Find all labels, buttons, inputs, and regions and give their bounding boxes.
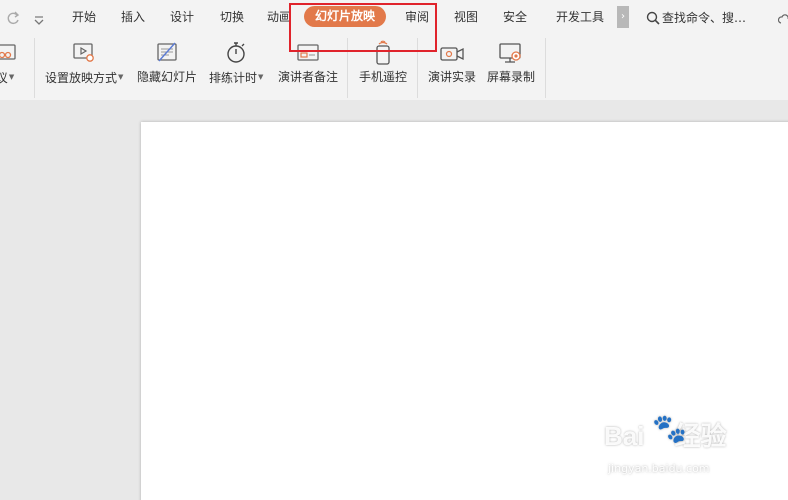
watermark-url: jingyan.baidu.com xyxy=(608,462,710,475)
tab-insert[interactable]: 插入 xyxy=(121,9,145,25)
tab-design[interactable]: 设计 xyxy=(170,9,194,25)
slideshow-settings-button[interactable]: 设置放映方式▼ xyxy=(45,40,123,85)
speaker-notes-label: 演讲者备注 xyxy=(278,70,339,84)
tab-animations[interactable]: 动画 xyxy=(267,9,291,25)
redo-icon[interactable] xyxy=(7,9,21,25)
stopwatch-icon xyxy=(227,42,245,63)
meeting-label: 议 xyxy=(0,71,8,85)
tab-security[interactable]: 安全 xyxy=(503,9,527,25)
screen-record-icon xyxy=(499,43,521,63)
paw-icon: 🐾 xyxy=(652,412,687,445)
video-record-icon xyxy=(440,47,464,61)
watermark: Bai 经验 🐾 jingyan.baidu.com xyxy=(604,412,784,486)
slideshow-settings-label: 设置放映方式 xyxy=(45,71,118,85)
more-tabs-button[interactable]: › xyxy=(617,6,629,28)
tab-transitions[interactable]: 切换 xyxy=(220,9,244,25)
meeting-button[interactable]: 议▼ xyxy=(0,40,18,85)
screen-record-label: 屏幕录制 xyxy=(487,70,536,84)
rehearse-timing-label: 排练计时 xyxy=(209,71,258,85)
meeting-icon xyxy=(0,44,16,60)
screen-record-button[interactable]: 屏幕录制 xyxy=(487,40,535,84)
dropdown-arrow-icon: ▼ xyxy=(118,73,124,81)
command-search[interactable]: 查找命令、搜… xyxy=(646,9,746,25)
rehearse-timing-button[interactable]: 排练计时▼ xyxy=(209,40,263,85)
annotation-highlight-box xyxy=(289,3,437,52)
dropdown-arrow-icon: ▼ xyxy=(8,73,15,81)
tab-home[interactable]: 开始 xyxy=(72,9,96,25)
hide-slide-icon xyxy=(157,42,177,62)
slideshow-settings-icon xyxy=(73,43,95,62)
dropdown-arrow-icon: ▼ xyxy=(258,73,264,81)
ribbon-divider xyxy=(34,38,35,98)
quick-access-dropdown-icon[interactable] xyxy=(33,11,45,25)
tab-view[interactable]: 视图 xyxy=(454,9,478,25)
ribbon-divider xyxy=(545,38,546,98)
search-label: 查找命令、搜… xyxy=(662,11,747,25)
tab-developer[interactable]: 开发工具 xyxy=(556,9,604,25)
hide-slide-label: 隐藏幻灯片 xyxy=(137,70,198,84)
hide-slide-button[interactable]: 隐藏幻灯片 xyxy=(137,40,197,84)
cloud-icon[interactable] xyxy=(777,10,788,24)
search-icon xyxy=(646,11,660,25)
phone-remote-label: 手机遥控 xyxy=(359,70,408,84)
record-presentation-label: 演讲实录 xyxy=(428,70,477,84)
